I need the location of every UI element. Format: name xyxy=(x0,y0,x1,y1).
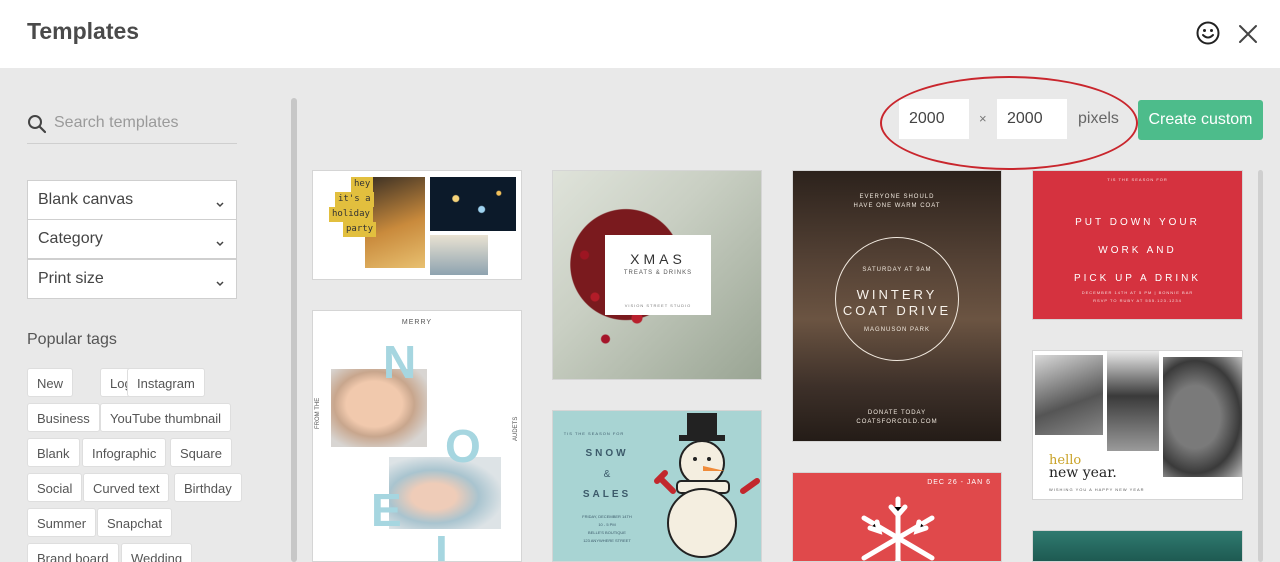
filter-category[interactable]: Category xyxy=(27,219,237,259)
photo xyxy=(1035,355,1103,435)
text: TIS THE SEASON FOR xyxy=(563,431,625,436)
tag-blank[interactable]: Blank xyxy=(27,438,80,467)
tag-brand-board[interactable]: Brand board xyxy=(27,543,119,562)
text-line: holiday xyxy=(329,207,373,222)
text: TREATS & DRINKS xyxy=(623,270,693,276)
tag-birthday[interactable]: Birthday xyxy=(174,473,242,502)
template-card-new-year[interactable]: hello new year. WISHING YOU A HAPPY NEW … xyxy=(1032,350,1243,500)
filter-blank-canvas[interactable]: Blank canvas xyxy=(27,180,237,220)
text: WINTERY xyxy=(856,287,938,302)
template-card-xmas[interactable]: XMAS TREATS & DRINKS VISION STREET STUDI… xyxy=(552,170,762,380)
template-card-holiday-party[interactable]: hey it's a holiday party xyxy=(312,170,522,280)
photo xyxy=(1107,351,1159,451)
text: MERRY xyxy=(401,319,433,326)
filter-print-size[interactable]: Print size xyxy=(27,259,237,299)
text-line: hey xyxy=(351,177,374,192)
tag-instagram[interactable]: Instagram xyxy=(127,368,205,397)
tag-business[interactable]: Business xyxy=(27,403,100,432)
noel-letter: O xyxy=(445,420,481,472)
text: DONATE TODAY xyxy=(867,410,927,416)
popular-tags-heading: Popular tags xyxy=(27,331,117,348)
template-card-snowflake[interactable]: DEC 26 - JAN 6 xyxy=(792,472,1002,562)
tag-new[interactable]: New xyxy=(27,368,74,397)
text: VISION STREET STUDIO xyxy=(624,303,692,308)
text: new year. xyxy=(1049,465,1117,481)
search-input[interactable]: Search templates xyxy=(27,108,237,144)
template-card-coat-drive[interactable]: EVERYONE SHOULD HAVE ONE WARM COAT SATUR… xyxy=(792,170,1002,442)
sidebar-scrollbar[interactable] xyxy=(291,98,297,562)
chevron-down-icon xyxy=(216,275,224,287)
page-title: Templates xyxy=(27,18,140,44)
text: COATSFORCOLD.COM xyxy=(856,419,938,425)
filter-label: Blank canvas xyxy=(38,191,134,208)
tag-infographic[interactable]: Infographic xyxy=(82,438,167,467)
template-card-drink[interactable]: TIS THE SEASON FOR PUT DOWN YOUR WORK AN… xyxy=(1032,170,1243,320)
search-icon xyxy=(28,114,47,139)
gallery-scrollbar[interactable] xyxy=(1258,170,1263,562)
text: HAVE ONE WARM COAT xyxy=(853,203,941,209)
header: Templates xyxy=(0,0,1280,68)
tag-summer[interactable]: Summer xyxy=(27,508,97,537)
text: PUT DOWN YOUR xyxy=(1075,217,1200,228)
text: MAGNUSON PARK xyxy=(864,327,930,333)
text: TIS THE SEASON FOR xyxy=(1107,177,1168,182)
text: EVERYONE SHOULD xyxy=(859,194,935,200)
annotation-ellipse xyxy=(880,76,1138,170)
snowman-icon xyxy=(643,411,761,561)
noel-letter: L xyxy=(435,526,464,562)
search-placeholder: Search templates xyxy=(54,114,179,131)
text: SATURDAY AT 9AM xyxy=(862,267,932,273)
text: AUDETS xyxy=(513,416,519,441)
xmas-title: XMAS xyxy=(630,251,686,267)
text-line: it's a xyxy=(335,192,374,207)
tag-youtube-thumbnail[interactable]: YouTube thumbnail xyxy=(100,403,232,432)
filter-label: Print size xyxy=(38,270,104,287)
chevron-down-icon xyxy=(216,235,224,247)
template-card-noel[interactable]: MERRY N O E L FROM THE AUDETS xyxy=(312,310,522,562)
text: DEC 26 - JAN 6 xyxy=(927,479,991,486)
close-icon[interactable] xyxy=(1236,20,1262,46)
text: FROM THE xyxy=(315,397,321,429)
feedback-smiley-icon[interactable] xyxy=(1195,20,1221,46)
template-card-teal[interactable] xyxy=(1032,530,1243,562)
text: DECEMBER 14TH AT 5 PM | BONNIE BAR xyxy=(1081,290,1194,295)
tag-square[interactable]: Square xyxy=(170,438,232,467)
label-box: XMAS TREATS & DRINKS VISION STREET STUDI… xyxy=(605,235,711,315)
tag-wedding[interactable]: Wedding xyxy=(121,543,193,562)
create-custom-button[interactable]: Create custom xyxy=(1138,100,1263,140)
text: COAT DRIVE xyxy=(842,303,952,318)
chevron-down-icon xyxy=(216,196,224,208)
photo xyxy=(430,235,488,275)
text-line: party xyxy=(343,222,377,237)
noel-letter: N xyxy=(383,336,417,388)
tag-snapchat[interactable]: Snapchat xyxy=(97,508,172,537)
text: WISHING YOU A HAPPY NEW YEAR xyxy=(1049,487,1145,492)
snowflake-icon xyxy=(855,495,941,561)
photo xyxy=(430,177,516,231)
text: RSVP TO RUBY AT 555.123.1234 xyxy=(1093,298,1182,303)
filter-label: Category xyxy=(38,230,103,247)
photo xyxy=(1163,357,1242,477)
noel-letter: E xyxy=(371,484,402,536)
text: WORK AND xyxy=(1098,245,1177,256)
tag-social[interactable]: Social xyxy=(27,473,83,502)
template-card-snow-sales[interactable]: TIS THE SEASON FOR SNOW & SALES FRIDAY, … xyxy=(552,410,762,562)
tag-curved-text[interactable]: Curved text xyxy=(83,473,170,502)
